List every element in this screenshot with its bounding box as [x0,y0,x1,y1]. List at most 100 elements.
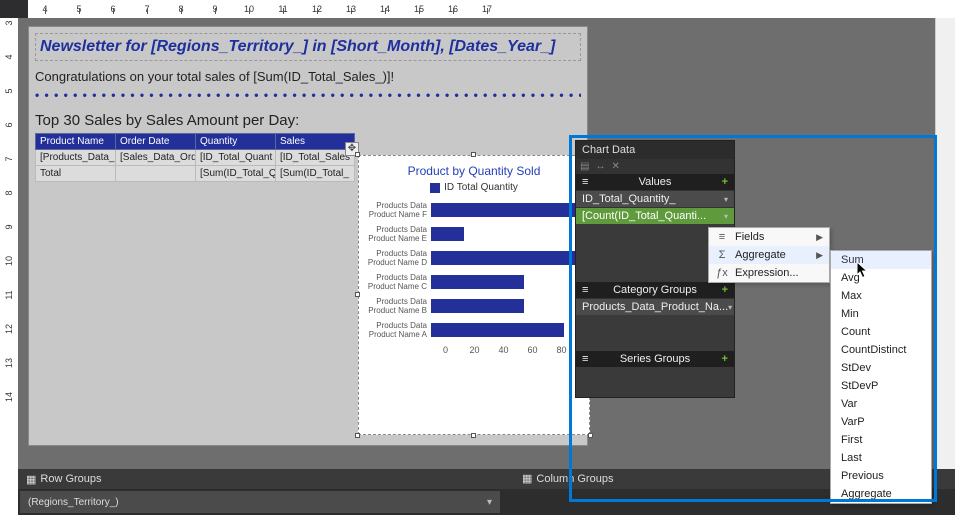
resize-handle[interactable] [471,152,476,157]
context-menu-item[interactable]: ≡Fields▶ [709,228,829,246]
resize-handle[interactable] [355,152,360,157]
chart-plot-area[interactable]: Products Data Product Name F Products Dat… [359,201,589,339]
axis-tick-label: 60 [518,345,547,355]
bar-category-label: Products Data Product Name A [363,321,431,339]
table-header[interactable]: Product Name [36,134,116,150]
row-groups-header[interactable]: ▦ Row Groups [18,469,110,489]
add-series-icon[interactable]: + [722,353,728,365]
value-field-row[interactable]: ID_Total_Quantity_ ▾ [576,190,734,207]
values-section-header[interactable]: ≡ Values + [576,174,734,190]
value-field-label: ID_Total_Quantity_ [582,193,676,205]
chart-bar[interactable] [431,227,464,241]
context-menu[interactable]: ≡Fields▶ΣAggregate▶ƒxExpression... [708,227,830,283]
resize-handle[interactable] [588,433,593,438]
chart-legend[interactable]: ID Total Quantity [359,182,589,193]
aggregate-menu-item[interactable]: StDevP [831,377,931,395]
axis-tick-label: 80 [547,345,576,355]
column-groups-label: Column Groups [536,473,613,485]
chevron-down-icon[interactable]: ▾ [487,497,492,508]
chart-data-title: Chart Data [582,144,635,156]
menu-item-icon: ≡ [715,231,729,243]
chevron-down-icon[interactable]: ▾ [728,303,732,312]
table-cell[interactable]: [Products_Data_ [36,150,116,166]
aggregate-submenu[interactable]: SumAvgMaxMinCountCountDistinctStDevStDev… [830,250,932,504]
chart-data-titlebar[interactable]: Chart Data [576,141,734,159]
chart-region[interactable]: ✥ Product by Quantity Sold ID Total Quan… [358,155,590,435]
resize-handle[interactable] [355,292,360,297]
aggregate-menu-item[interactable]: Var [831,395,931,413]
ruler-horizontal: 4567891011121314151617 [28,0,955,18]
add-category-icon[interactable]: + [722,284,728,296]
table-cell[interactable]: [Sum(ID_Total_Q [196,166,276,182]
chart-bar-row: Products Data Product Name C [363,273,579,291]
row-group-chip[interactable]: (Regions_Territory_) ▾ [20,491,500,513]
aggregate-menu-item[interactable]: CountDistinct [831,341,931,359]
table-cell[interactable]: [ID_Total_Quant [196,150,276,166]
table-header[interactable]: Quantity [196,134,276,150]
aggregate-menu-item[interactable]: Aggregate [831,485,931,503]
table-header[interactable]: Order Date [116,134,196,150]
bar-category-label: Products Data Product Name C [363,273,431,291]
menu-item-icon: Σ [715,249,729,261]
aggregate-menu-item[interactable]: Min [831,305,931,323]
table-cell[interactable]: [Sum(ID_Total_ [276,166,355,182]
chart-bar[interactable] [431,203,579,217]
swap-icon[interactable]: ↔ [595,161,605,172]
chart-title[interactable]: Product by Quantity Sold [359,156,589,182]
congrats-text[interactable]: Congratulations on your total sales of [… [35,69,581,84]
context-menu-item[interactable]: ƒxExpression... [709,264,829,282]
table-cell[interactable]: [ID_Total_Sales [276,150,355,166]
aggregate-menu-item[interactable]: Sum [831,251,931,269]
axis-tick-label: 20 [460,345,489,355]
report-title[interactable]: Newsletter for [Regions_Territory_] in [… [35,33,581,61]
chart-bar[interactable] [431,299,524,313]
chart-bar-row: Products Data Product Name F [363,201,579,219]
resize-handle[interactable] [471,433,476,438]
chart-bar[interactable] [431,323,564,337]
bar-category-label: Products Data Product Name F [363,201,431,219]
aggregate-menu-item[interactable]: Last [831,449,931,467]
legend-label: ID Total Quantity [444,182,518,193]
chevron-down-icon[interactable]: ▾ [724,212,728,221]
category-field-row[interactable]: Products_Data_Product_Na... ▾ [576,298,734,315]
bars-icon: ≡ [582,284,588,296]
panel-spacer [576,315,734,351]
delete-icon[interactable]: ✕ [611,161,619,172]
panel-spacer [576,367,734,397]
chevron-down-icon[interactable]: ▾ [724,195,728,204]
aggregate-menu-item[interactable]: Max [831,287,931,305]
axis-tick-label: 40 [489,345,518,355]
values-header-label: Values [639,176,672,188]
aggregate-menu-item[interactable]: StDev [831,359,931,377]
chart-bar[interactable] [431,251,579,265]
chart-bar-row: Products Data Product Name E [363,225,579,243]
grid-icon: ▦ [26,473,36,486]
sales-table[interactable]: Product NameOrder DateQuantitySales [Pro… [35,133,355,182]
aggregate-menu-item[interactable]: Avg [831,269,931,287]
row-groups-label: Row Groups [40,473,101,485]
section-title[interactable]: Top 30 Sales by Sales Amount per Day: [35,112,581,129]
resize-handle[interactable] [355,433,360,438]
chart-bar[interactable] [431,275,524,289]
right-gutter [935,18,955,515]
context-menu-item[interactable]: ΣAggregate▶ [709,246,829,264]
value-expr-row[interactable]: [Count(ID_Total_Quanti... ▾ [576,207,734,224]
toggle-icon[interactable]: ▤ [580,161,589,172]
chart-bar-row: Products Data Product Name B [363,297,579,315]
category-field-label: Products_Data_Product_Na... [582,301,728,313]
aggregate-menu-item[interactable]: First [831,431,931,449]
table-cell[interactable] [116,166,196,182]
category-groups-section-header[interactable]: ≡ Category Groups + [576,282,734,298]
aggregate-menu-item[interactable]: VarP [831,413,931,431]
table-cell[interactable]: Total [36,166,116,182]
aggregate-menu-item[interactable]: Count [831,323,931,341]
legend-swatch [430,183,440,193]
value-expr-label: [Count(ID_Total_Quanti... [582,210,706,222]
aggregate-menu-item[interactable]: Previous [831,467,931,485]
table-cell[interactable]: [Sales_Data_Ord [116,150,196,166]
bar-category-label: Products Data Product Name D [363,249,431,267]
column-groups-header[interactable]: ▦ Column Groups [514,469,621,488]
table-header[interactable]: Sales [276,134,355,150]
add-value-icon[interactable]: + [722,176,728,188]
series-groups-section-header[interactable]: ≡ Series Groups + [576,351,734,367]
